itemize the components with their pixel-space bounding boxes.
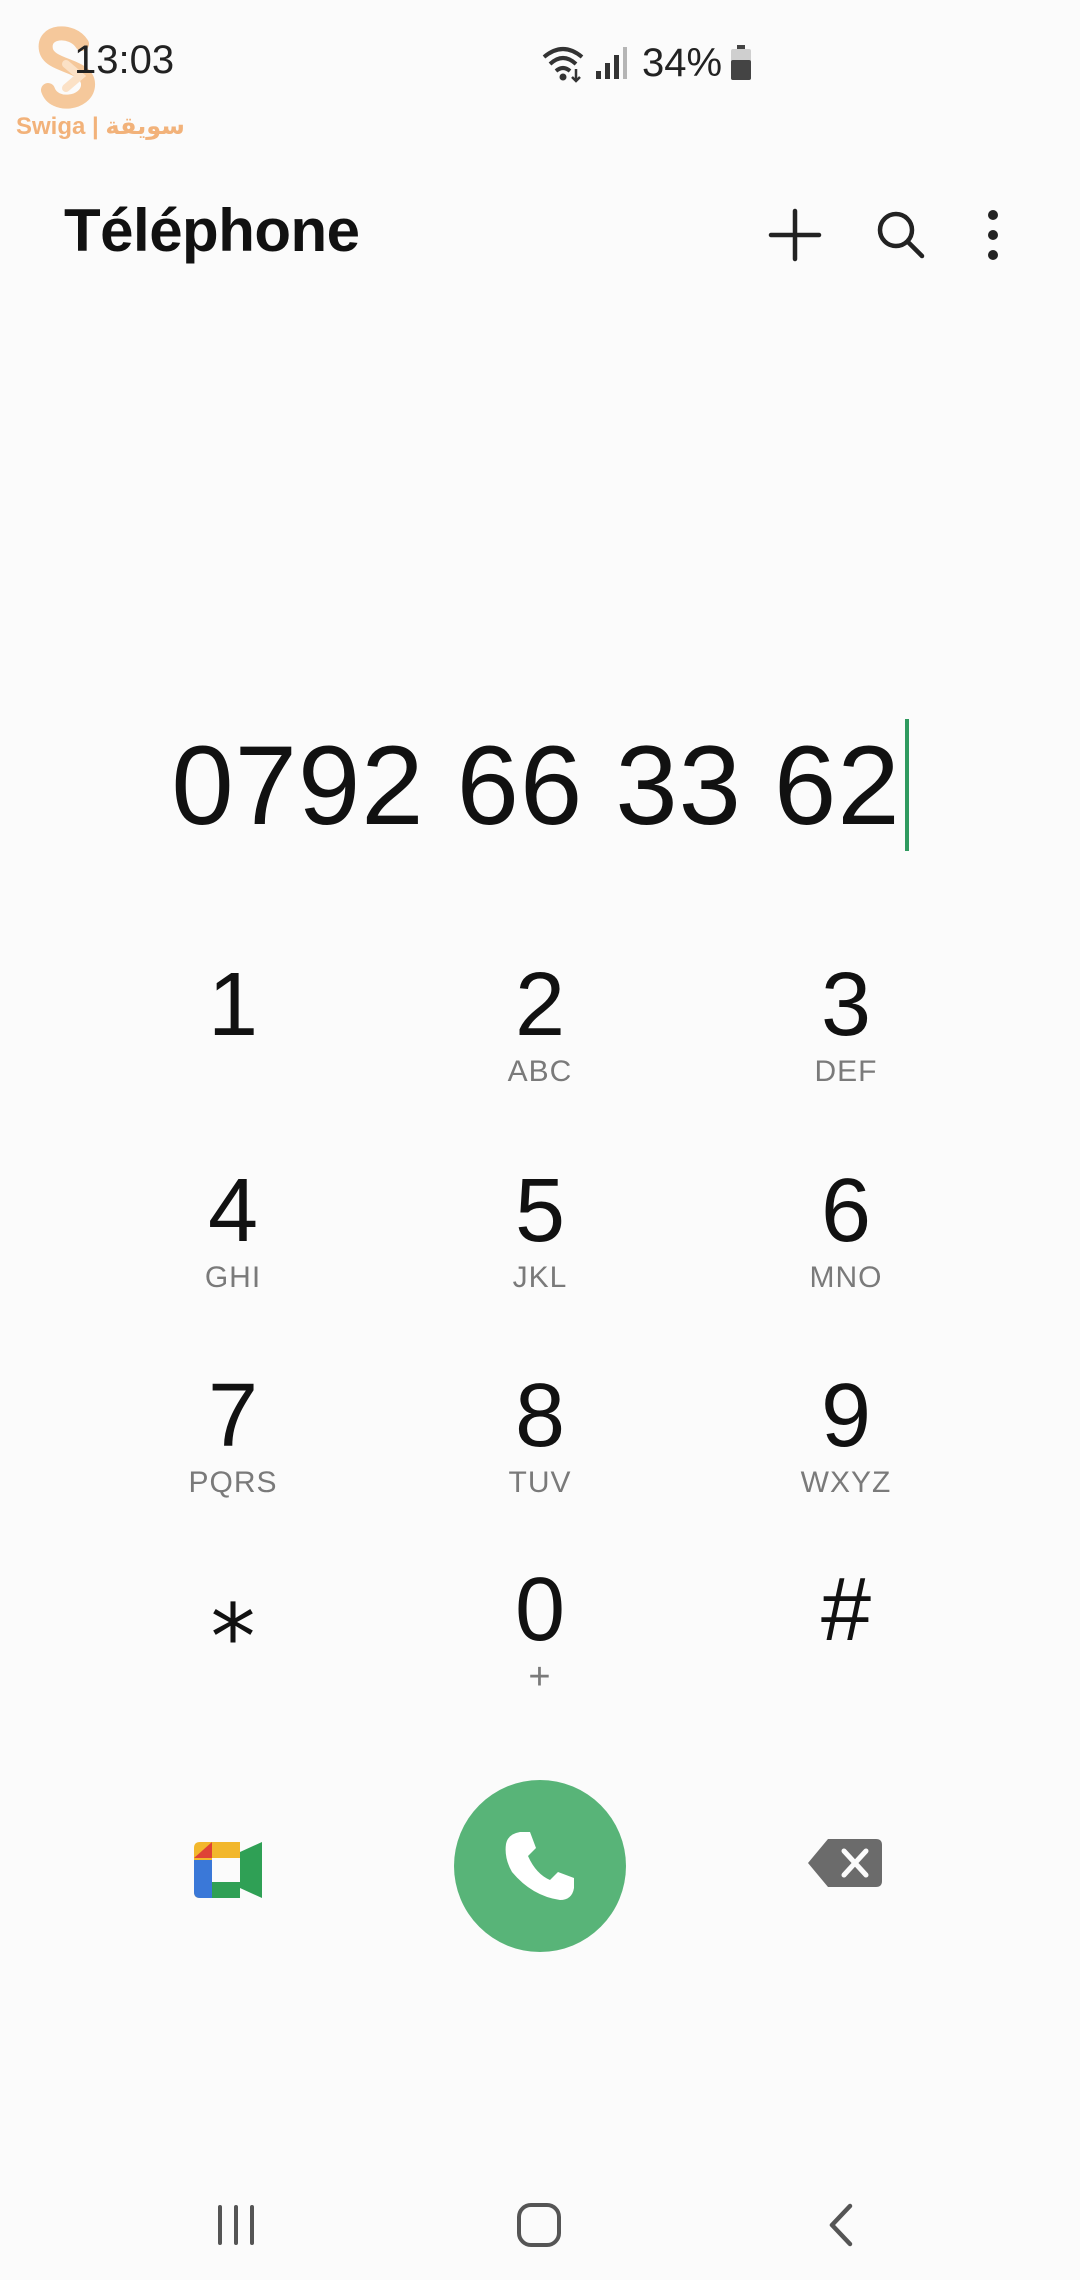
key-letters: +: [528, 1656, 552, 1698]
key-5[interactable]: 5 JKL: [440, 1161, 640, 1331]
dialed-number: 0792 66 33 62: [171, 722, 901, 848]
add-contact-button[interactable]: [760, 200, 830, 270]
recents-button[interactable]: [196, 2190, 276, 2260]
recents-icon: [218, 2205, 254, 2245]
battery-icon: [731, 45, 752, 80]
key-letters: DEF: [814, 1055, 878, 1088]
key-digit: 6: [820, 1161, 872, 1261]
back-button[interactable]: [801, 2190, 881, 2260]
home-icon: [517, 2203, 561, 2247]
key-letters: GHI: [204, 1261, 262, 1294]
key-9[interactable]: 9 WXYZ: [746, 1366, 946, 1536]
back-icon: [829, 2203, 853, 2247]
key-digit: ⁎: [210, 1560, 256, 1660]
more-vert-icon: [988, 210, 998, 260]
key-2[interactable]: 2 ABC: [440, 955, 640, 1125]
page-title: Téléphone: [64, 197, 360, 264]
key-digit: #: [820, 1560, 872, 1660]
key-8[interactable]: 8 TUV: [440, 1366, 640, 1536]
app-bar: Téléphone: [0, 190, 1080, 280]
signal-icon: [596, 47, 627, 79]
key-1[interactable]: 1: [133, 955, 333, 1125]
text-cursor: [904, 719, 909, 851]
status-icons: 34%: [540, 38, 752, 88]
key-digit: 8: [514, 1366, 566, 1466]
watermark-text: Swiga | سويقة: [16, 113, 185, 140]
plus-icon: [768, 208, 822, 262]
key-4[interactable]: 4 GHI: [133, 1161, 333, 1331]
key-digit: 7: [207, 1366, 259, 1466]
key-letters: PQRS: [188, 1466, 278, 1499]
key-0[interactable]: 0 +: [440, 1560, 640, 1730]
more-options-button[interactable]: [958, 200, 1028, 270]
battery-percent: 34%: [642, 40, 723, 85]
key-6[interactable]: 6 MNO: [746, 1161, 946, 1331]
home-button[interactable]: [499, 2190, 579, 2260]
key-digit: 0: [514, 1560, 566, 1660]
google-meet-icon: [194, 1842, 262, 1898]
key-digit: 4: [207, 1161, 259, 1261]
key-3[interactable]: 3 DEF: [746, 955, 946, 1125]
key-digit: 3: [820, 955, 872, 1055]
key-digit: 1: [207, 955, 259, 1055]
key-hash[interactable]: #: [746, 1560, 946, 1730]
search-button[interactable]: [866, 200, 936, 270]
navigation-bar: [0, 2170, 1080, 2280]
key-letters: TUV: [508, 1466, 572, 1499]
key-star[interactable]: ⁎: [133, 1560, 333, 1730]
key-digit: 5: [514, 1161, 566, 1261]
dialed-number-field[interactable]: 0792 66 33 62: [0, 715, 1080, 855]
status-bar: Swiga | سويقة 13:03 34%: [0, 0, 1080, 140]
video-call-button[interactable]: [190, 1830, 270, 1910]
phone-icon: [505, 1832, 574, 1900]
key-letters: JKL: [512, 1261, 568, 1294]
search-icon: [877, 211, 925, 259]
call-button[interactable]: [454, 1780, 626, 1952]
key-letters: WXYZ: [800, 1466, 892, 1499]
status-time: 13:03: [74, 38, 175, 82]
key-digit: 9: [820, 1366, 872, 1466]
key-digit: 2: [514, 955, 566, 1055]
key-7[interactable]: 7 PQRS: [133, 1366, 333, 1536]
key-letters: ABC: [507, 1055, 573, 1088]
wifi-icon: [542, 47, 584, 83]
action-row: [0, 1780, 1080, 1955]
key-letters: MNO: [809, 1261, 883, 1294]
backspace-icon: [808, 1839, 882, 1887]
delete-button[interactable]: [806, 1835, 886, 1895]
